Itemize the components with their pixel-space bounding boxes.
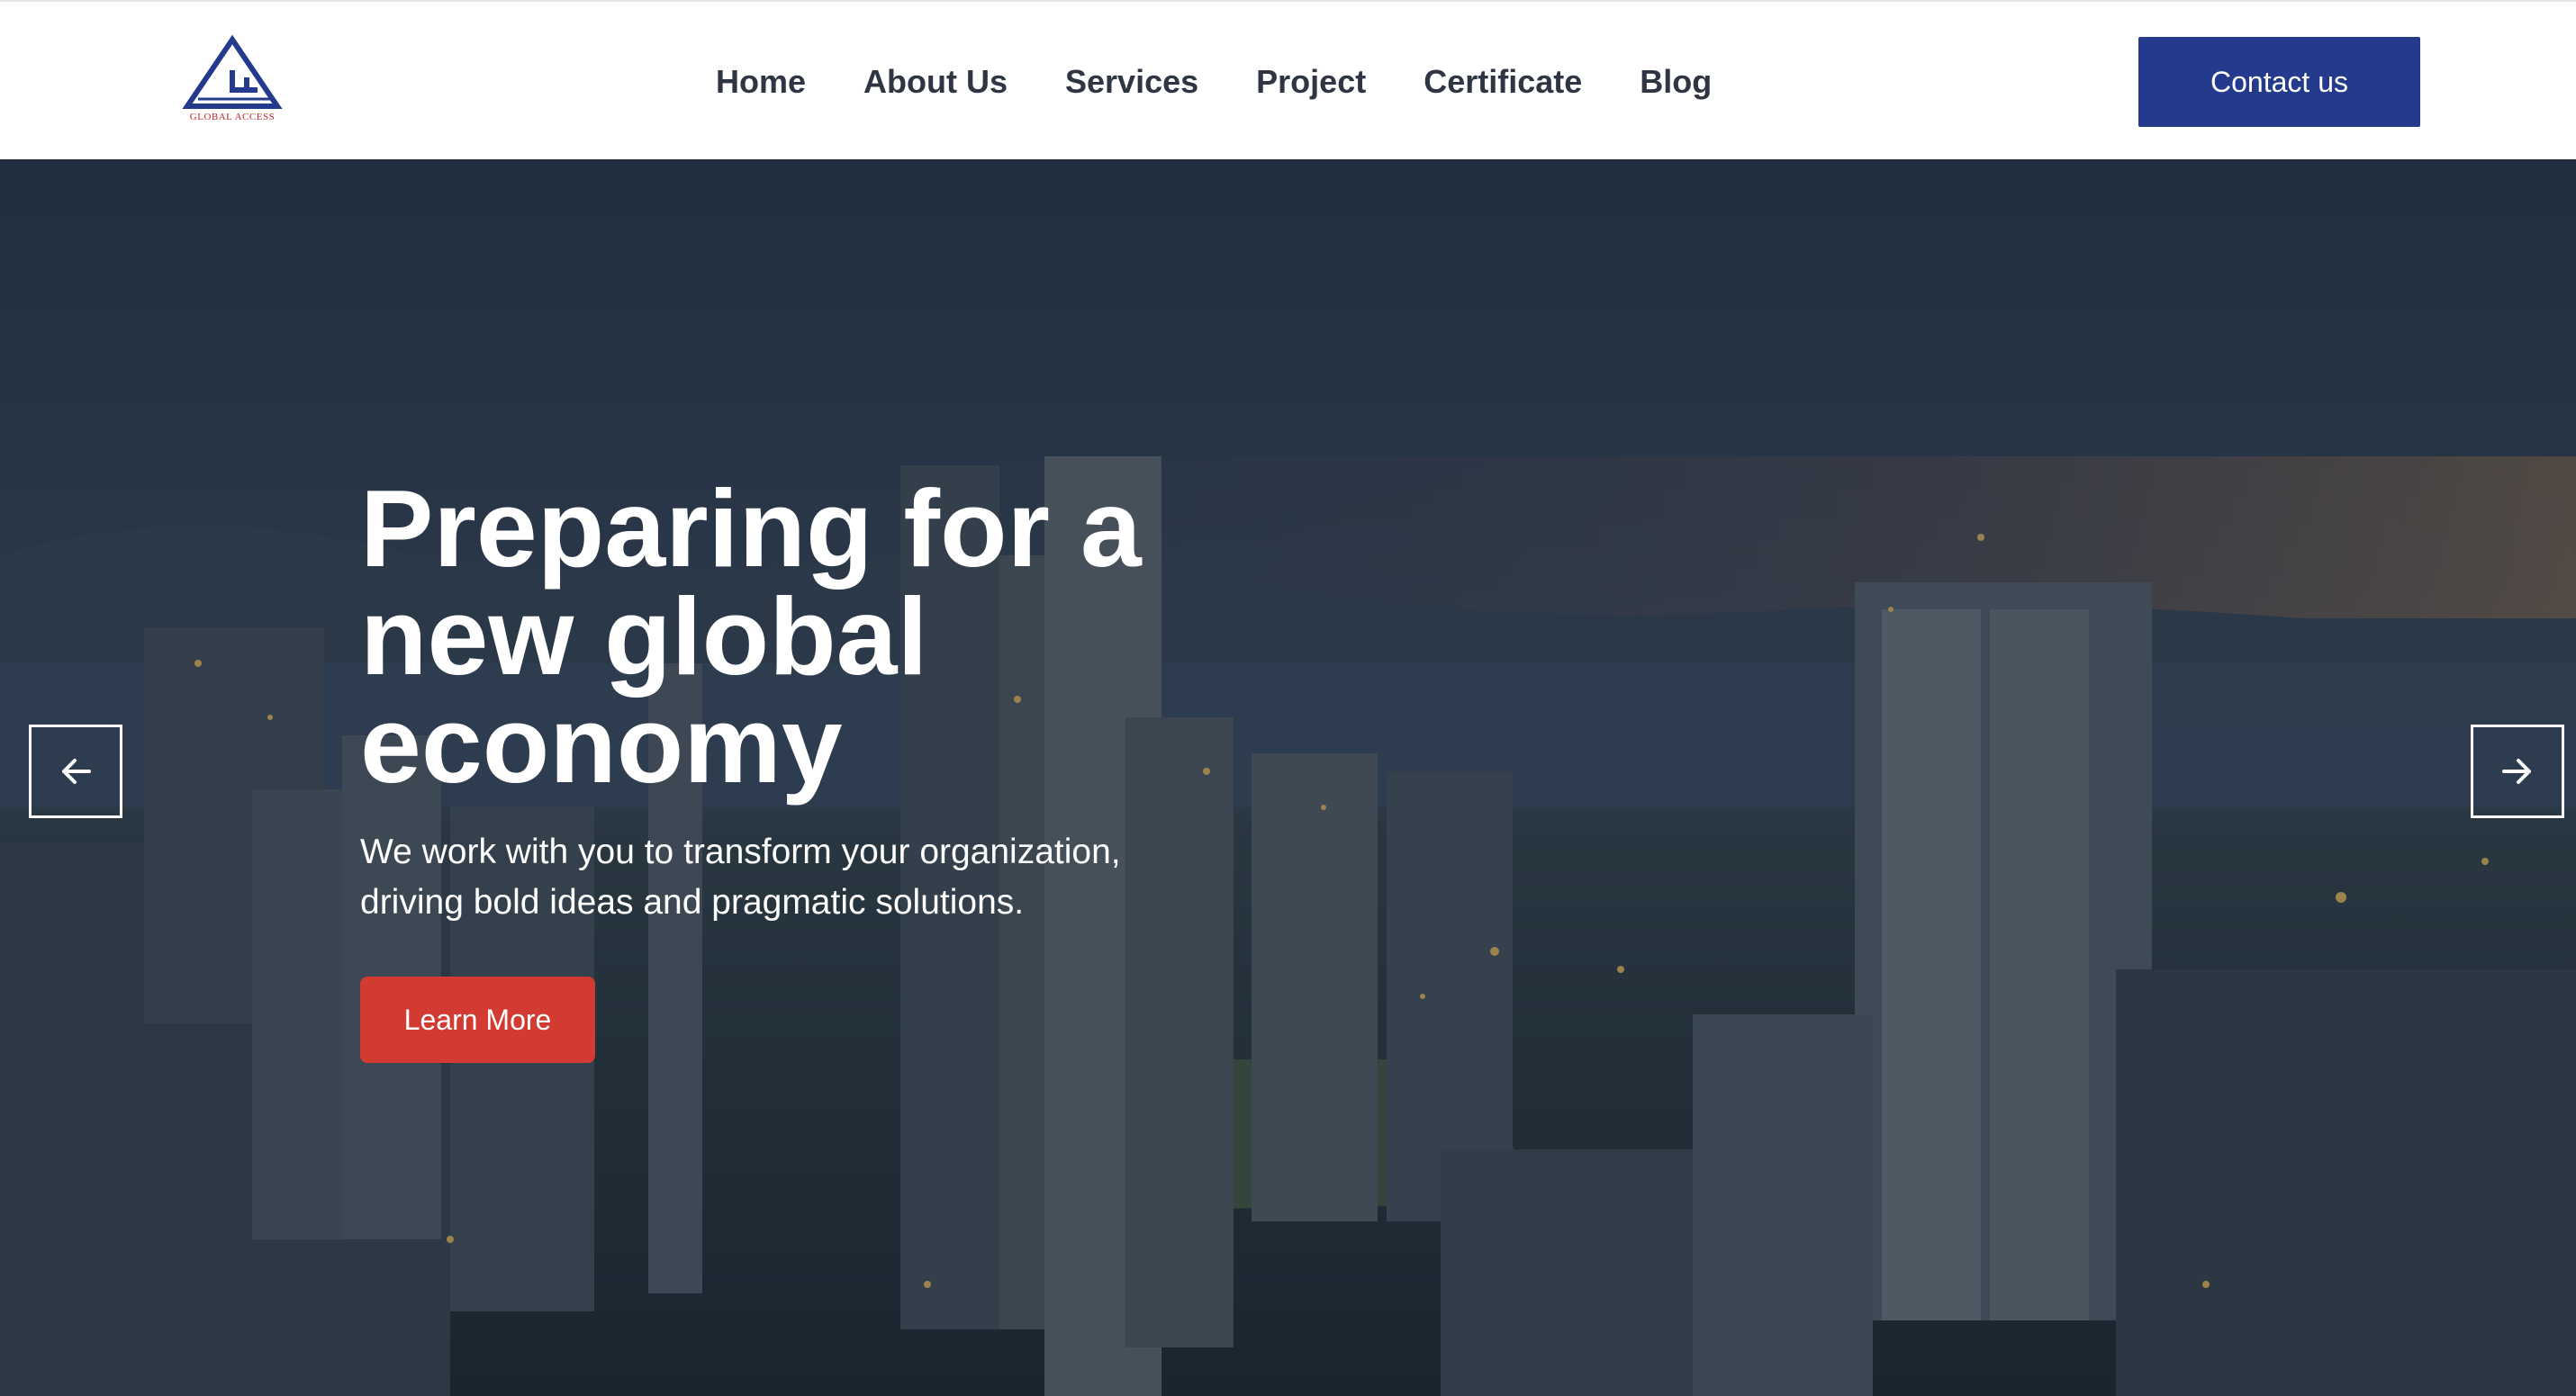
arrow-left-icon (62, 759, 91, 784)
global-access-logo[interactable]: GLOBAL ACCESS (180, 34, 285, 128)
learn-more-button[interactable]: Learn More (360, 977, 595, 1063)
logo-wordmark: GLOBAL ACCESS (189, 112, 276, 122)
main-nav: Home About Us Services Project Certifica… (716, 58, 1712, 106)
nav-services[interactable]: Services (1065, 63, 1198, 101)
nav-about-us[interactable]: About Us (863, 63, 1008, 101)
hero-title: Preparing for a new global economy (360, 467, 1142, 806)
slider-prev-button[interactable] (29, 725, 122, 818)
hero-subtitle: We work with you to transform your organ… (360, 833, 1121, 922)
nav-blog[interactable]: Blog (1640, 63, 1712, 101)
hero-slider: Preparing for a new global economy We wo… (0, 159, 2576, 1396)
slider-next-button[interactable] (2471, 725, 2564, 818)
arrow-right-icon (2502, 759, 2531, 784)
site-header: GLOBAL ACCESS Home About Us Services Pro… (0, 0, 2576, 159)
nav-home[interactable]: Home (716, 63, 806, 101)
contact-us-button[interactable]: Contact us (2138, 37, 2420, 127)
nav-project[interactable]: Project (1256, 63, 1366, 101)
nav-certificate[interactable]: Certificate (1424, 63, 1582, 101)
hero-content: Preparing for a new global economy We wo… (360, 467, 1261, 1063)
